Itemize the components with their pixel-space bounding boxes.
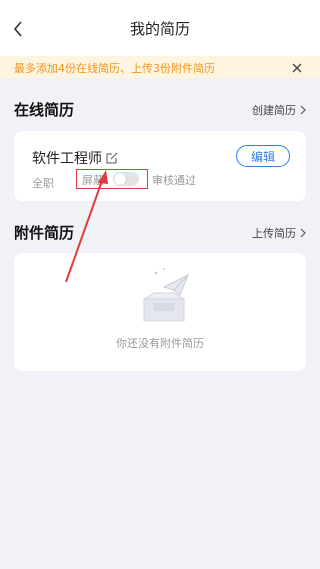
close-icon [292, 63, 302, 73]
top-bar: 我的简历 [0, 0, 320, 56]
job-type-label: 全职 [32, 177, 54, 190]
empty-inbox-icon [134, 265, 194, 327]
toggle-knob [114, 173, 126, 185]
notice-text: 最多添加4份在线简历、上传3份附件简历 [14, 62, 215, 75]
upload-resume-label: 上传简历 [252, 227, 296, 240]
online-resume-section-title: 在线简历 [14, 101, 75, 119]
empty-attachment-text: 你还没有附件简历 [116, 337, 204, 350]
mask-label: 屏蔽 [82, 174, 104, 187]
page-title: 我的简历 [129, 20, 190, 38]
resume-title[interactable]: 软件工程师 [32, 148, 118, 168]
online-resume-card[interactable]: 软件工程师 编辑 全职 屏蔽 审核通过 [14, 131, 306, 201]
chevron-right-icon [300, 105, 306, 115]
resume-meta: 全职 [32, 175, 54, 191]
mask-toggle[interactable] [113, 172, 139, 186]
notice-banner: 最多添加4份在线简历、上传3份附件简历 [0, 56, 320, 78]
create-resume-label: 创建简历 [252, 104, 296, 117]
attachment-resume-section-title: 附件简历 [14, 224, 75, 242]
resume-name-label: 软件工程师 [32, 151, 102, 167]
attachment-resume-card: 你还没有附件简历 [14, 253, 306, 371]
upload-resume-link[interactable]: 上传简历 [252, 225, 306, 241]
notice-close-button[interactable] [290, 60, 304, 74]
create-resume-link[interactable]: 创建简历 [252, 102, 306, 118]
edit-resume-button[interactable]: 编辑 [236, 145, 290, 167]
edit-icon[interactable] [106, 152, 118, 164]
review-status: 审核通过 [152, 174, 196, 187]
chevron-right-icon [300, 228, 306, 238]
